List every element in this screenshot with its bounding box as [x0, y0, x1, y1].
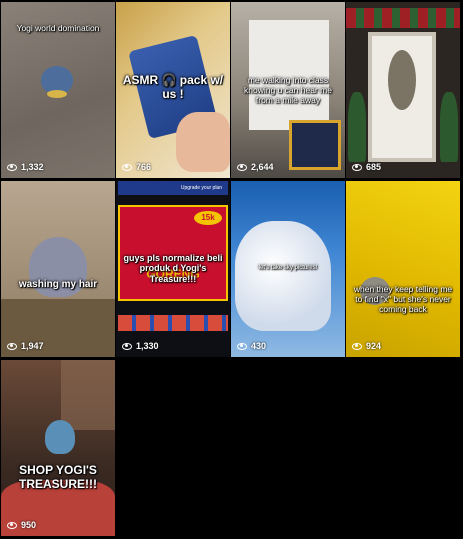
video-grid: Yogi world domination 1,332 ASMR 🎧 pack …: [0, 0, 463, 539]
video-tile-8[interactable]: when they keep telling me to find "x" bu…: [346, 181, 460, 357]
video-caption: Yogi world domination: [16, 23, 100, 33]
window-frame: [61, 360, 115, 430]
video-tile-3[interactable]: me walking into class knowing u can hear…: [231, 2, 345, 178]
garland: [346, 8, 460, 28]
video-caption: me walking into class knowing u can hear…: [244, 75, 332, 105]
eye-icon: [352, 163, 362, 171]
video-thumbnail: [346, 181, 460, 357]
video-tile-7[interactable]: let's take sky pictures! 430: [231, 181, 345, 357]
eye-icon: [352, 342, 362, 350]
video-caption: when they keep telling me to find "x" bu…: [353, 284, 453, 314]
penguin-feet: [47, 90, 67, 98]
view-count: 1,330: [122, 341, 159, 351]
hand: [176, 112, 230, 172]
eye-icon: [237, 342, 247, 350]
eye-icon: [7, 521, 17, 529]
eye-icon: [7, 163, 17, 171]
video-caption: guys pls normalize beli produk d Yogi's …: [123, 253, 223, 284]
video-tile-4[interactable]: 685: [346, 2, 460, 178]
door-window: [388, 50, 416, 110]
video-tile-1[interactable]: Yogi world domination 1,332: [1, 2, 115, 178]
view-count: 924: [352, 341, 381, 351]
view-count: 1,947: [7, 341, 44, 351]
video-tile-6[interactable]: Upgrade your plan 15k GORENG guys pls no…: [116, 181, 230, 357]
eye-icon: [122, 342, 132, 350]
eye-icon: [237, 163, 247, 171]
view-count: 766: [122, 162, 151, 172]
video-caption: washing my hair: [18, 279, 98, 290]
view-count: 685: [352, 162, 381, 172]
thumbnail-strip: [118, 315, 228, 331]
video-caption: let's take sky pictures!: [258, 265, 318, 271]
video-tile-5[interactable]: washing my hair 1,947: [1, 181, 115, 357]
eye-icon: [122, 163, 132, 171]
penguin-plush: [45, 420, 75, 454]
cloud: [235, 221, 331, 331]
sticker-card: [289, 120, 341, 170]
christmas-tree: [348, 92, 366, 162]
eye-icon: [7, 342, 17, 350]
video-caption: ASMR 🎧 pack w/ us !: [122, 73, 224, 101]
price-badge: 15k: [194, 211, 222, 225]
upgrade-banner: Upgrade your plan: [118, 181, 228, 195]
view-count: 2,644: [237, 162, 274, 172]
video-tile-9[interactable]: SHOP YOGI'S TREASURE!!! 950: [1, 360, 115, 536]
christmas-tree: [440, 92, 458, 162]
video-tile-2[interactable]: ASMR 🎧 pack w/ us ! 766: [116, 2, 230, 178]
view-count: 430: [237, 341, 266, 351]
view-count: 950: [7, 520, 36, 530]
video-caption: SHOP YOGI'S TREASURE!!!: [19, 463, 97, 491]
view-count: 1,332: [7, 162, 44, 172]
